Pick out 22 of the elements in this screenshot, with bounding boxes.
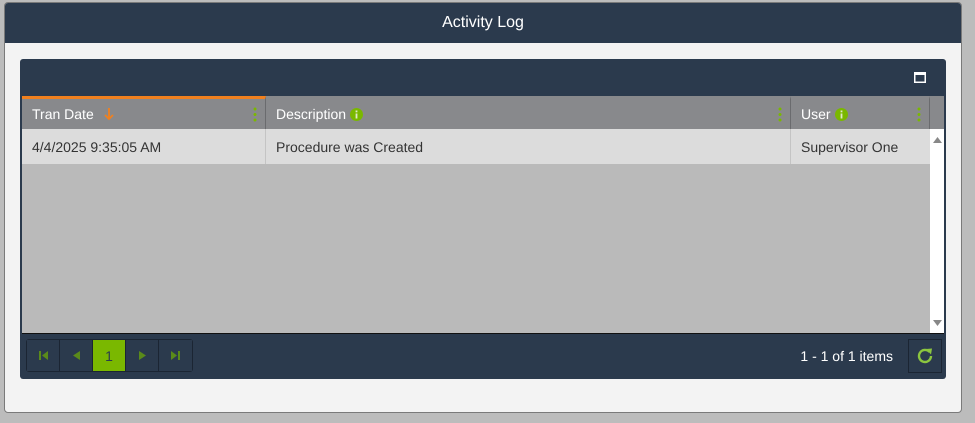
refresh-button[interactable] <box>908 338 942 372</box>
next-page-icon <box>138 351 146 360</box>
column-title: Description <box>276 106 346 122</box>
scroll-up-icon[interactable] <box>932 137 942 143</box>
dialog-title: Activity Log <box>442 14 524 32</box>
maximize-button[interactable] <box>914 72 926 83</box>
table-cell: Procedure was Created <box>266 129 791 164</box>
column-title: Tran Date <box>32 106 94 122</box>
refresh-icon <box>916 346 934 364</box>
page-button[interactable]: 1 <box>93 340 126 371</box>
column-title: User <box>801 106 831 122</box>
scroll-down-icon[interactable] <box>932 320 942 326</box>
table-cell: 4/4/2025 9:35:05 AM <box>22 129 266 164</box>
first-page-icon <box>38 351 48 360</box>
sort-down-icon <box>104 107 114 121</box>
previous-page-icon <box>72 351 80 360</box>
scrollbar[interactable] <box>930 129 944 333</box>
last-page-icon <box>171 351 180 360</box>
maximize-icon <box>914 72 926 83</box>
table-cell-text: Supervisor One <box>800 138 900 157</box>
first-page-button[interactable] <box>27 340 60 371</box>
pager-summary: 1 - 1 of 1 items <box>800 348 893 364</box>
